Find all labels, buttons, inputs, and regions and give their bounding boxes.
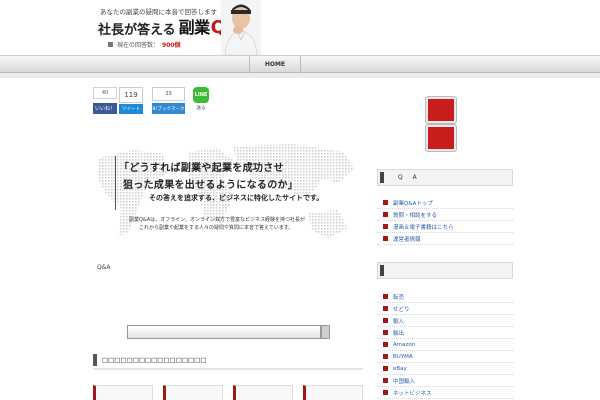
qa-label: Q&A [97, 264, 111, 271]
sidebar-item-ask[interactable]: 質問・相談をする [377, 209, 513, 221]
line-share-label: 送る [196, 106, 206, 111]
bullet-icon [383, 318, 388, 323]
category-label: eBay [393, 365, 407, 372]
sidebar-banner-button[interactable] [426, 97, 456, 123]
widget-title-categories [377, 262, 513, 279]
category-item[interactable]: 輸出 [377, 327, 513, 339]
category-item[interactable]: BUYMA [377, 351, 513, 363]
facebook-like-count: 40 [93, 87, 117, 99]
section-title: □□□□□□□□□□□□□□□□□ [102, 356, 207, 364]
article-card[interactable] [303, 385, 363, 400]
widget-title-text: Q A [398, 174, 421, 181]
bullet-icon [383, 354, 388, 359]
bullet-icon [383, 366, 388, 371]
facebook-like-button[interactable]: いいね！ [93, 103, 117, 114]
category-item[interactable]: 転売 [377, 291, 513, 303]
answer-count: 現在の回答数： 900個 [108, 40, 181, 49]
line-share-icon[interactable]: LINE [193, 87, 209, 103]
category-item[interactable]: Amazon [377, 339, 513, 351]
bullet-icon [383, 294, 388, 299]
sidebar-item-label: 質問・相談をする [393, 212, 438, 219]
category-label: BUYMA [393, 353, 413, 360]
widget-marker [380, 172, 384, 183]
nav-shadow [0, 73, 600, 78]
president-portrait [221, 0, 261, 55]
hero-quote-line2: 狙った成果を出せるようになるのか」 [123, 180, 299, 191]
speech-icon [108, 42, 113, 47]
sidebar-menu-categories: 転売 せどり 輸入 輸出 Amazon BUYMA eBay 中国輸入 ネットビ… [377, 291, 513, 399]
hero-quote-line1: 「どうすれば副業や起業を成功させ [119, 163, 284, 174]
answer-count-value: 900個 [162, 42, 181, 49]
answer-count-label: 現在の回答数： [117, 42, 160, 49]
category-item[interactable]: eBay [377, 363, 513, 375]
hero-description-line2: これから副業や起業をする人々の疑問や質問に本音で答えています。 [139, 225, 294, 231]
category-item[interactable]: ネットビジネス [377, 387, 513, 399]
hero-banner: 「どうすれば副業や起業を成功させ 狙った成果を出せるようになるのか」 その答えを… [93, 138, 363, 253]
logo-prefix: 社長が答える [98, 23, 176, 38]
hero-subheading: その答えを追求する、ビジネスに特化したサイトです。 [149, 193, 324, 202]
bullet-icon [383, 330, 388, 335]
hatena-bookmark-count: 23 [152, 87, 185, 101]
category-item[interactable]: 中国輸入 [377, 375, 513, 387]
bullet-icon [383, 342, 388, 347]
site-header: あなたの副業の疑問に本音で回答します 社長が答える 副業 Q&A 現在の回答数：… [0, 0, 600, 55]
category-label: 輸入 [393, 318, 405, 325]
sidebar-item-label: 運営者情報 [393, 236, 421, 243]
sidebar-banner-button[interactable] [426, 125, 456, 151]
sidebar-item-label: 副業Q&Aトップ [393, 200, 433, 207]
category-label: 輸出 [393, 330, 405, 337]
category-item[interactable]: せどり [377, 303, 513, 315]
sidebar-menu-main: 副業Q&Aトップ 質問・相談をする 漫画＆電子書籍はこちら 運営者情報 [377, 197, 513, 245]
article-card[interactable] [233, 385, 293, 400]
bullet-icon [383, 306, 388, 311]
bullet-icon [383, 390, 388, 395]
logo-main-text: 副業 [178, 18, 211, 37]
sidebar-item-label: 漫画＆電子書籍はこちら [393, 224, 454, 231]
bullet-icon [383, 200, 388, 205]
hatena-bookmark-button[interactable]: B!ブックマーク [152, 103, 185, 114]
article-card[interactable] [93, 385, 153, 400]
sidebar-item-about[interactable]: 運営者情報 [377, 233, 513, 245]
search-button[interactable] [321, 325, 330, 339]
category-label: 中国輸入 [393, 378, 416, 385]
category-label: ネットビジネス [393, 390, 432, 397]
sidebar-item-top[interactable]: 副業Q&Aトップ [377, 197, 513, 209]
bullet-icon [383, 212, 388, 217]
global-nav: HOME [0, 55, 600, 73]
section-header: □□□□□□□□□□□□□□□□□ [93, 350, 363, 370]
sidebar-item-books[interactable]: 漫画＆電子書籍はこちら [377, 221, 513, 233]
bullet-icon [383, 378, 388, 383]
tweet-count: 119 [119, 87, 143, 103]
category-label: せどり [393, 306, 410, 313]
article-card[interactable] [163, 385, 223, 400]
hero-description-line1: 副業Q&Aは、オフライン、オンライン双方で豊富なビジネス経験を持つ社長が [129, 217, 305, 223]
category-item[interactable]: 輸入 [377, 315, 513, 327]
section-marker [93, 354, 97, 366]
bullet-icon [383, 224, 388, 229]
tweet-button[interactable]: ツイート [119, 104, 143, 114]
widget-marker [380, 265, 384, 276]
quote-line [115, 156, 116, 210]
widget-title-qa: Q A [377, 169, 513, 186]
category-label: Amazon [393, 341, 416, 348]
bullet-icon [383, 236, 388, 241]
category-label: 転売 [393, 294, 405, 301]
search-input[interactable] [127, 325, 321, 339]
nav-home-link[interactable]: HOME [249, 56, 301, 73]
